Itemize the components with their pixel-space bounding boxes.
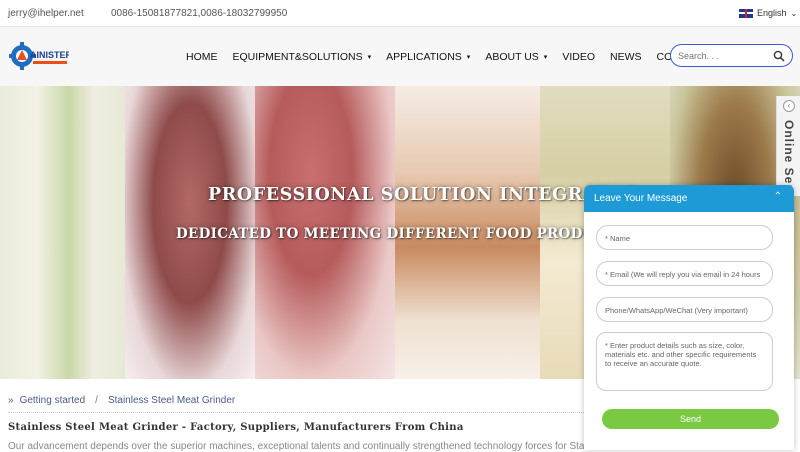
nav-news[interactable]: NEWS [610, 51, 642, 63]
nav-home[interactable]: HOME [186, 51, 218, 63]
language-selector[interactable]: English ⌄ [739, 8, 797, 18]
nav-equipment-solutions[interactable]: EQUIPMENT&SOLUTIONS ▾ [233, 51, 372, 63]
nav-applications[interactable]: APPLICATIONS ▾ [386, 51, 470, 63]
banner-image-noodles [0, 86, 125, 379]
search-box [670, 44, 793, 67]
contact-email[interactable]: jerry@ihelper.net [8, 8, 84, 19]
main-header: AINISTER HOME EQUIPMENT&SOLUTIONS ▾ APPLI… [0, 27, 800, 86]
online-service-label: Online Ser [782, 120, 796, 191]
breadcrumb-home-link[interactable]: Getting started [20, 395, 86, 406]
breadcrumb: » Getting started / Stainless Steel Meat… [8, 395, 235, 406]
uk-flag-icon [739, 8, 753, 18]
breadcrumb-separator: / [95, 395, 98, 406]
search-icon[interactable] [773, 49, 785, 67]
chevron-down-icon: ▾ [466, 54, 471, 61]
nav-video[interactable]: VIDEO [562, 51, 595, 63]
nav-about-us[interactable]: ABOUT US ▾ [485, 51, 547, 63]
online-service-tab[interactable]: ‹ Online Ser [776, 96, 800, 196]
svg-text:AINISTER: AINISTER [30, 50, 69, 60]
top-bar: jerry@ihelper.net 0086-15081877821,0086-… [0, 0, 800, 27]
leave-message-panel: Leave Your Message ⌃ * Name * Email (We … [584, 185, 794, 450]
page-title: Stainless Steel Meat Grinder - Factory, … [8, 422, 464, 433]
main-nav: HOME EQUIPMENT&SOLUTIONS ▾ APPLICATIONS ▾ … [186, 51, 739, 63]
chevron-down-icon: ⌄ [790, 8, 798, 18]
breadcrumb-current: Stainless Steel Meat Grinder [107, 395, 236, 406]
name-field[interactable]: * Name [596, 225, 773, 250]
chevron-up-icon[interactable]: ⌃ [774, 191, 782, 202]
phone-field[interactable]: Phone/WhatsApp/WeChat (Very important) [596, 297, 773, 322]
page-intro: Our advancement depends over the superio… [8, 441, 584, 452]
contact-phone[interactable]: 0086-15081877821,0086-18032799950 [111, 8, 287, 19]
details-textarea[interactable]: * Enter product details such as size, co… [596, 332, 773, 391]
divider [8, 412, 584, 413]
double-chevron-icon: » [8, 395, 14, 406]
chevron-down-icon: ▾ [543, 54, 548, 61]
chevron-down-icon: ▾ [367, 54, 372, 61]
language-label: English [757, 8, 787, 18]
close-icon[interactable]: ‹ [783, 100, 795, 112]
message-panel-header[interactable]: Leave Your Message ⌃ [584, 185, 794, 212]
message-panel-title: Leave Your Message [594, 193, 688, 204]
company-logo[interactable]: AINISTER [8, 41, 73, 71]
banner-title: PROFESSIONAL SOLUTION INTEGRATOR [208, 185, 641, 205]
search-input[interactable] [678, 49, 768, 63]
email-field[interactable]: * Email (We will reply you via email in … [596, 261, 773, 286]
send-button[interactable]: Send [602, 409, 779, 429]
